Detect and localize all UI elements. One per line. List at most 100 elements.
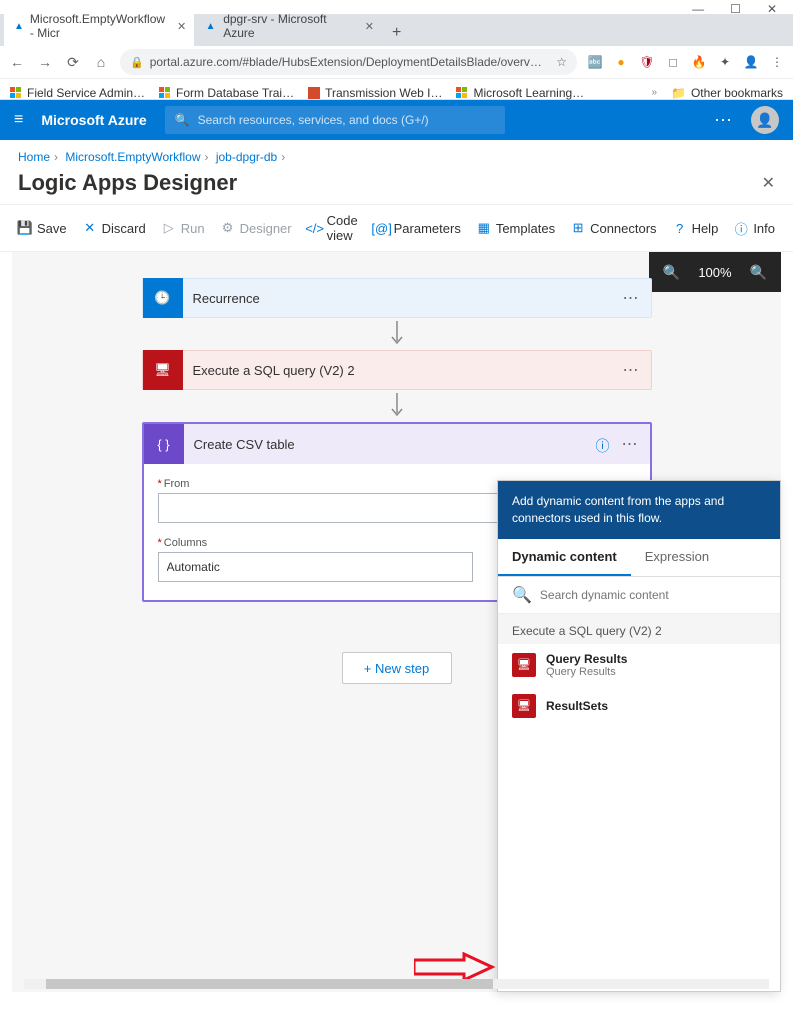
bookmark-label: Form Database Trai… [176, 86, 294, 100]
search-icon: 🔍 [512, 585, 532, 605]
parameters-button[interactable]: [@]Parameters [375, 221, 461, 236]
ext-icon[interactable]: 🔥 [691, 54, 707, 70]
tab-close-icon[interactable]: ✕ [365, 20, 374, 33]
translate-icon[interactable]: 🔤 [587, 54, 603, 70]
designer-icon: ⚙ [221, 221, 235, 235]
run-button[interactable]: ▷Run [162, 221, 205, 236]
bookmarks-overflow[interactable]: » [651, 87, 657, 98]
zoom-out-icon[interactable]: 🔍 [663, 264, 680, 281]
global-search[interactable]: 🔍 [165, 106, 505, 134]
save-button[interactable]: 💾Save [18, 221, 67, 236]
new-step-button[interactable]: + New step [342, 652, 452, 684]
btn-label: Templates [496, 221, 555, 236]
crumb-job[interactable]: job-dpgr-db [216, 150, 277, 164]
sql-icon: 🖥 [512, 694, 536, 718]
info-icon[interactable]: ⓘ [596, 436, 610, 456]
btn-label: Designer [240, 221, 292, 236]
search-input[interactable] [198, 113, 495, 127]
page-title: Logic Apps Designer [18, 170, 237, 196]
panel-search[interactable]: 🔍 [498, 577, 780, 614]
azure-favicon-icon: ▲ [14, 19, 24, 33]
breadcrumb: Home› Microsoft.EmptyWorkflow› job-dpgr-… [0, 140, 793, 166]
browser-tab-1[interactable]: ▲ Microsoft.EmptyWorkflow - Micr ✕ [4, 6, 194, 46]
step-label: Execute a SQL query (V2) 2 [183, 363, 611, 378]
home-icon[interactable]: ⌂ [92, 54, 110, 70]
step-label: Create CSV table [184, 437, 610, 452]
help-button[interactable]: ?Help [673, 221, 719, 236]
discard-button[interactable]: ✕Discard [83, 221, 146, 236]
window-maximize[interactable]: ☐ [730, 2, 741, 14]
templates-button[interactable]: ▦ Templates [477, 221, 555, 236]
folder-icon: 📁 [671, 86, 686, 100]
templates-icon: ▦ [477, 221, 491, 235]
help-icon: ? [673, 221, 687, 235]
step-recurrence[interactable]: 🕒 Recurrence ⋯ [142, 278, 652, 318]
designer-canvas[interactable]: 🔍 100% 🔍 🕒 Recurrence ⋯ 🖥 Execute a SQL … [12, 252, 781, 992]
other-bookmarks[interactable]: 📁Other bookmarks [671, 86, 783, 100]
horizontal-scrollbar[interactable] [24, 979, 769, 989]
azure-header: ≡ Microsoft Azure 🔍 ⋯ 👤 [0, 100, 793, 140]
reload-icon[interactable]: ⟳ [64, 54, 82, 71]
sql-icon: 🖥 [512, 653, 536, 677]
bookmark-item[interactable]: Transmission Web I… [308, 86, 442, 100]
url-text: portal.azure.com/#blade/HubsExtension/De… [150, 55, 551, 69]
item-query-results[interactable]: 🖥 Query Results Query Results [498, 644, 780, 686]
new-tab-button[interactable]: + [384, 20, 409, 46]
flow-arrow [142, 390, 652, 422]
header-more-icon[interactable]: ⋯ [714, 110, 733, 131]
crumb-workflow[interactable]: Microsoft.EmptyWorkflow [65, 150, 200, 164]
btn-label: Connectors [590, 221, 656, 236]
clock-icon: 🕒 [143, 278, 183, 318]
item-resultsets[interactable]: 🖥 ResultSets [498, 686, 780, 726]
bookmark-item[interactable]: Microsoft Learning… [456, 86, 584, 100]
panel-header: Add dynamic content from the apps and co… [498, 481, 780, 539]
columns-input[interactable] [158, 552, 473, 582]
panel-search-input[interactable] [540, 588, 766, 602]
profile-icon[interactable]: 👤 [743, 54, 759, 70]
back-icon[interactable]: ← [8, 54, 26, 70]
close-blade-icon[interactable]: ✕ [762, 173, 775, 193]
designer-button[interactable]: ⚙ Designer [221, 221, 292, 236]
forward-icon[interactable]: → [36, 54, 54, 70]
zoom-in-icon[interactable]: 🔍 [750, 264, 767, 281]
window-close[interactable]: ✕ [767, 2, 777, 14]
tab-expression[interactable]: Expression [631, 539, 723, 576]
tab-close-icon[interactable]: ✕ [177, 20, 186, 33]
bookmark-label: Microsoft Learning… [473, 86, 584, 100]
btn-label: Info [753, 221, 775, 236]
btn-label: Discard [102, 221, 146, 236]
ext-icon[interactable]: 🛡 [639, 54, 655, 70]
ext-icon[interactable]: ● [613, 54, 629, 70]
puzzle-icon[interactable]: ✦ [717, 54, 733, 70]
star-icon[interactable]: ☆ [556, 55, 567, 69]
info-button[interactable]: ⓘInfo [734, 221, 775, 236]
tab-label: dpgr-srv - Microsoft Azure [223, 12, 353, 40]
panel-tabs: Dynamic content Expression [498, 539, 780, 577]
bookmark-item[interactable]: Field Service Admin… [10, 86, 145, 100]
bookmark-item[interactable]: Form Database Trai… [159, 86, 294, 100]
step-menu-icon[interactable]: ⋯ [611, 360, 651, 380]
connectors-button[interactable]: ⊞Connectors [571, 221, 656, 236]
step-menu-icon[interactable]: ⋯ [611, 288, 651, 308]
kebab-icon[interactable]: ⋮ [769, 54, 785, 70]
brand[interactable]: Microsoft Azure [41, 112, 146, 128]
flow-arrow [142, 318, 652, 350]
address-bar[interactable]: 🔒 portal.azure.com/#blade/HubsExtension/… [120, 49, 577, 75]
ms-icon [10, 87, 22, 99]
window-minimize[interactable]: — [692, 2, 704, 14]
step-sql[interactable]: 🖥 Execute a SQL query (V2) 2 ⋯ [142, 350, 652, 390]
lock-icon: 🔒 [130, 56, 144, 69]
avatar[interactable]: 👤 [751, 106, 779, 134]
tab-dynamic-content[interactable]: Dynamic content [498, 539, 631, 576]
crumb-home[interactable]: Home [18, 150, 50, 164]
code-view-button[interactable]: </>Code view [308, 213, 359, 243]
app-icon [308, 87, 320, 99]
params-icon: [@] [375, 221, 389, 235]
item-title: ResultSets [546, 699, 608, 713]
tab-label: Microsoft.EmptyWorkflow - Micr [30, 12, 165, 40]
ext-icon[interactable]: ◻ [665, 54, 681, 70]
step-menu-icon[interactable]: ⋯ [610, 434, 650, 454]
browser-tab-2[interactable]: ▲ dpgr-srv - Microsoft Azure ✕ [194, 6, 384, 46]
step-csv-header[interactable]: { } Create CSV table ⓘ ⋯ [144, 424, 650, 464]
menu-icon[interactable]: ≡ [14, 111, 23, 129]
